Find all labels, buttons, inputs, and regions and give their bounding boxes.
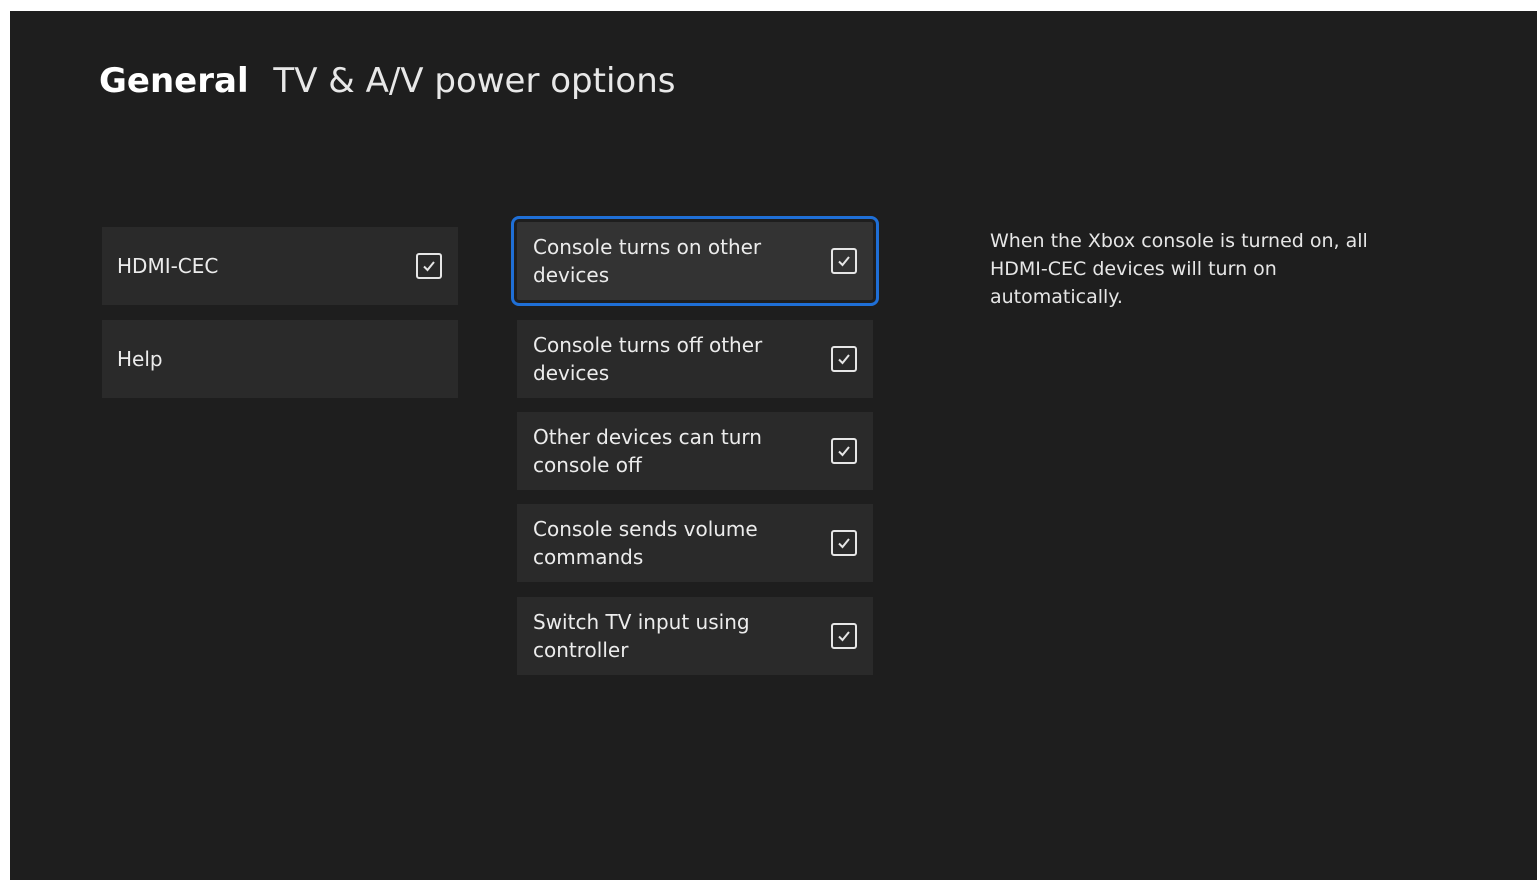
checkbox-checked-icon[interactable] bbox=[831, 438, 857, 464]
option-label: Console turns on other devices bbox=[533, 235, 762, 287]
option-label: Other devices can turn console off bbox=[533, 425, 762, 477]
hdmi-cec-label: HDMI-CEC bbox=[117, 254, 219, 278]
help-button[interactable]: Help bbox=[102, 320, 458, 398]
option-label: Console turns off other devices bbox=[533, 333, 763, 385]
hdmi-cec-toggle[interactable]: HDMI-CEC bbox=[102, 227, 458, 305]
page-title: TV & A/V power options bbox=[273, 61, 676, 101]
option-label: Console sends volume commands bbox=[533, 517, 758, 569]
checkbox-checked-icon[interactable] bbox=[831, 248, 857, 274]
help-label: Help bbox=[117, 347, 163, 371]
checkbox-checked-icon[interactable] bbox=[416, 253, 442, 279]
tv-av-power-options-screen: General TV & A/V power options HDMI-CEC … bbox=[10, 11, 1537, 880]
option-console-turns-off-other-devices[interactable]: Console turns off other devices bbox=[517, 320, 873, 398]
checkbox-checked-icon[interactable] bbox=[831, 346, 857, 372]
section-title: General bbox=[99, 61, 249, 101]
option-description: When the Xbox console is turned on, all … bbox=[990, 230, 1368, 308]
checkbox-checked-icon[interactable] bbox=[831, 623, 857, 649]
option-console-sends-volume-commands[interactable]: Console sends volume commands bbox=[517, 504, 873, 582]
page-header: General TV & A/V power options bbox=[99, 59, 675, 103]
left-nav: HDMI-CEC Help bbox=[102, 227, 458, 413]
option-console-turns-on-other-devices[interactable]: Console turns on other devices bbox=[511, 216, 879, 306]
checkbox-checked-icon[interactable] bbox=[831, 530, 857, 556]
option-switch-tv-input-using-controller[interactable]: Switch TV input using controller bbox=[517, 597, 873, 675]
option-other-devices-can-turn-console-off[interactable]: Other devices can turn console off bbox=[517, 412, 873, 490]
option-label: Switch TV input using controller bbox=[533, 610, 750, 662]
